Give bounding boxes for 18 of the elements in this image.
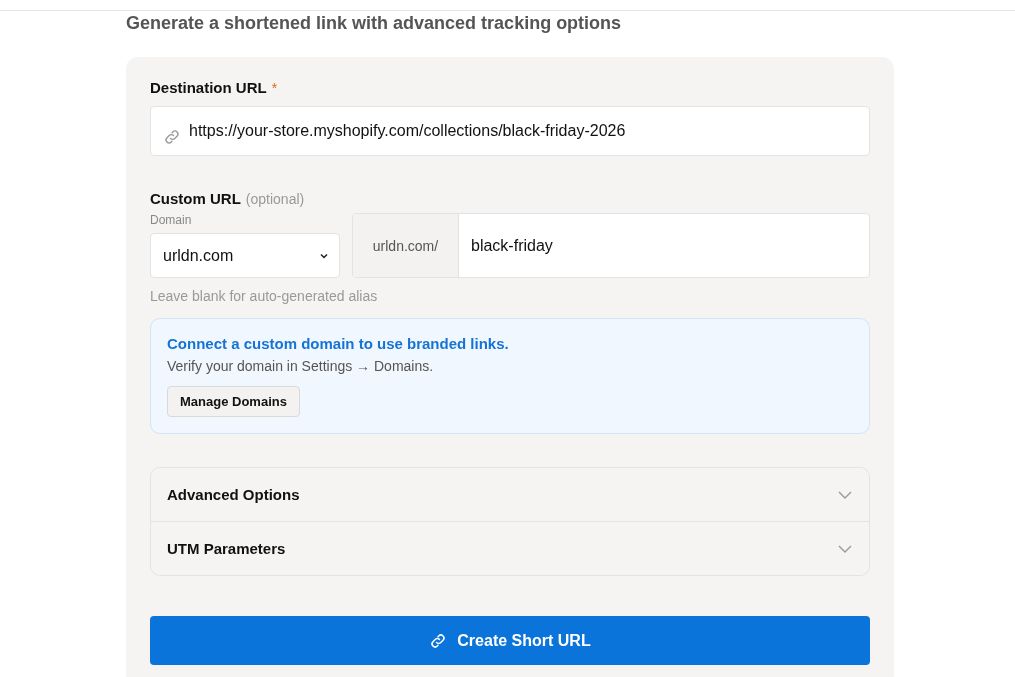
- hint-text: Leave blank for auto-generated alias: [150, 288, 379, 304]
- link-icon: [163, 128, 181, 146]
- create-short-url-button[interactable]: Create Short URL: [150, 616, 870, 665]
- accordion-header[interactable]: UTM Parameters: [151, 521, 869, 575]
- destination-url-field[interactable]: https://your-store.myshopify.com/collections/black-friday-2026: [150, 106, 870, 156]
- field-label: Custom URL: [150, 190, 241, 207]
- page-subtitle: Generate a shortened link with advanced tracking options: [126, 12, 623, 35]
- required-mark: *: [271, 80, 278, 96]
- notice-text: Verify your domain in Settings → Domains.: [167, 358, 435, 374]
- optional-note: (optional): [245, 191, 305, 207]
- notice-title: Connect a custom domain to use branded links.: [167, 335, 510, 352]
- field-label: Destination URL: [150, 79, 267, 96]
- domain-select[interactable]: urldn.com: [150, 233, 340, 278]
- url-prefix: urldn.com/: [353, 214, 459, 277]
- alias-field[interactable]: urldn.com/ black-friday: [352, 213, 870, 278]
- domain-label: Domain: [150, 213, 193, 227]
- link-icon: [429, 631, 448, 650]
- manage-domains-button[interactable]: Manage Domains: [167, 386, 300, 417]
